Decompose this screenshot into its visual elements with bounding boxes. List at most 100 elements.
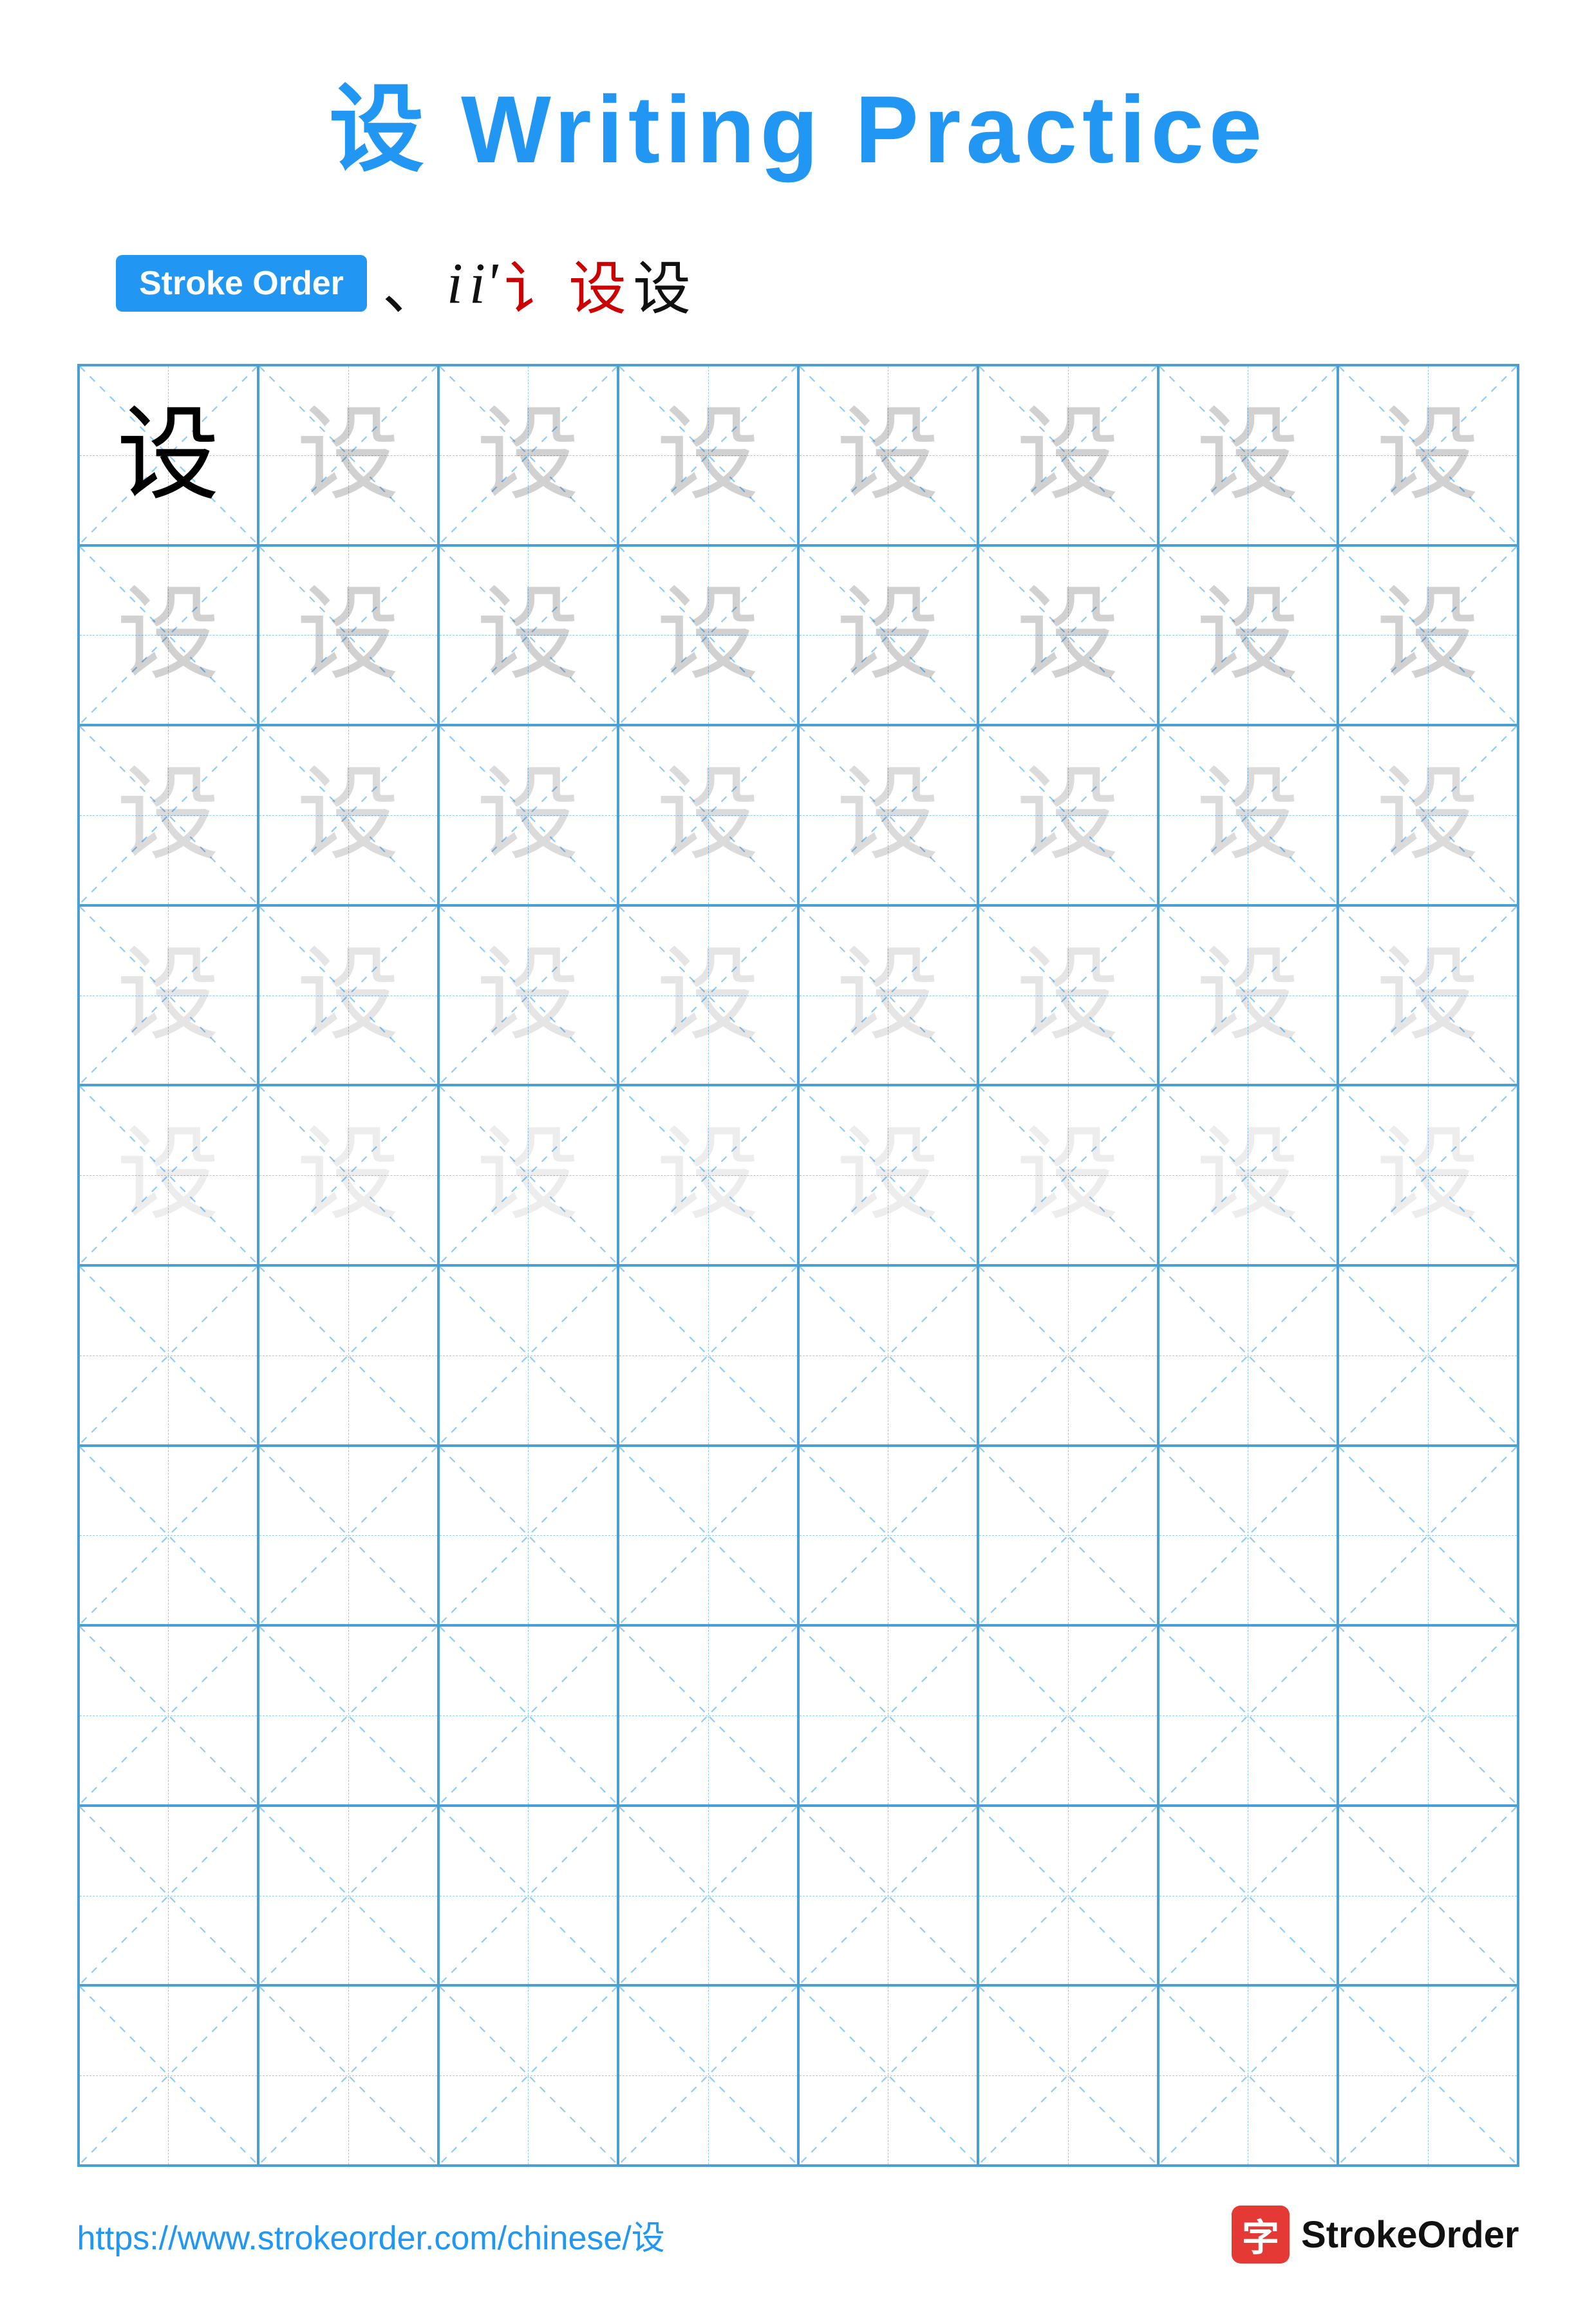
- grid-cell-7-4: [798, 1625, 979, 1806]
- grid-cell-5-1: [258, 1265, 438, 1446]
- grid-cell-2-4: 设: [798, 725, 979, 905]
- grid-cell-2-0: 设: [79, 725, 259, 905]
- grid-cell-7-7: [1338, 1625, 1518, 1806]
- practice-char: 设: [297, 764, 400, 867]
- stroke-seq-6: 设: [633, 241, 691, 325]
- grid-cell-5-0: [79, 1265, 259, 1446]
- grid-cell-7-3: [618, 1625, 798, 1806]
- grid-cell-3-5: 设: [978, 905, 1158, 1086]
- grid-cell-6-1: [258, 1446, 438, 1626]
- grid-cell-4-5: 设: [978, 1085, 1158, 1265]
- practice-char: 设: [836, 944, 939, 1047]
- footer-logo-icon: 字: [1232, 2206, 1290, 2263]
- practice-char: 设: [117, 583, 220, 686]
- practice-char: 设: [1376, 404, 1479, 507]
- practice-char: 设: [1376, 944, 1479, 1047]
- grid-cell-6-6: [1158, 1446, 1338, 1626]
- practice-char: 设: [1376, 764, 1479, 867]
- practice-char: 设: [476, 764, 579, 867]
- grid-cell-2-6: 设: [1158, 725, 1338, 905]
- grid-cell-4-1: 设: [258, 1085, 438, 1265]
- grid-cell-8-5: [978, 1806, 1158, 1986]
- grid-cell-7-0: [79, 1625, 259, 1806]
- grid-cell-1-3: 设: [618, 545, 798, 726]
- grid-cell-2-1: 设: [258, 725, 438, 905]
- practice-char: 设: [1196, 764, 1299, 867]
- practice-char: 设: [1196, 583, 1299, 686]
- grid-cell-7-6: [1158, 1625, 1338, 1806]
- practice-char: 设: [1376, 1124, 1479, 1227]
- practice-char: 设: [117, 944, 220, 1047]
- grid-cell-1-1: 设: [258, 545, 438, 726]
- grid-cell-8-0: [79, 1806, 259, 1986]
- footer-url: https://www.strokeorder.com/chinese/设: [77, 2211, 665, 2259]
- stroke-order-row: Stroke Order 、 i i' 讠 设 设: [116, 241, 691, 325]
- practice-char: 设: [657, 944, 760, 1047]
- grid-cell-9-4: [798, 1985, 979, 2166]
- grid-cell-9-1: [258, 1985, 438, 2166]
- grid-cell-0-4: 设: [798, 365, 979, 545]
- grid-cell-3-6: 设: [1158, 905, 1338, 1086]
- stroke-seq-1: 、: [382, 241, 440, 325]
- practice-char: 设: [1017, 764, 1120, 867]
- grid-cell-9-0: [79, 1985, 259, 2166]
- practice-char: 设: [297, 944, 400, 1047]
- practice-char: 设: [476, 944, 579, 1047]
- grid-cell-4-2: 设: [438, 1085, 619, 1265]
- grid-cell-0-7: 设: [1338, 365, 1518, 545]
- practice-char: 设: [836, 583, 939, 686]
- grid-cell-8-4: [798, 1806, 979, 1986]
- grid-cell-4-0: 设: [79, 1085, 259, 1265]
- footer-logo-text: StrokeOrder: [1301, 2213, 1519, 2256]
- practice-char: 设: [657, 583, 760, 686]
- practice-grid: 设 设 设 设 设 设 设 设 设 设: [77, 364, 1519, 2167]
- practice-char: 设: [836, 764, 939, 867]
- page: 设 Writing Practice Stroke Order 、 i i' 讠…: [0, 0, 1596, 2315]
- stroke-order-badge: Stroke Order: [116, 255, 367, 312]
- grid-cell-2-3: 设: [618, 725, 798, 905]
- grid-cell-2-5: 设: [978, 725, 1158, 905]
- grid-cell-0-5: 设: [978, 365, 1158, 545]
- grid-cell-8-1: [258, 1806, 438, 1986]
- practice-char: 设: [476, 404, 579, 507]
- grid-cell-9-7: [1338, 1985, 1518, 2166]
- stroke-sequence: 、 i i' 讠 设 设: [382, 241, 691, 325]
- grid-cell-3-3: 设: [618, 905, 798, 1086]
- stroke-seq-5: 设: [568, 241, 626, 325]
- grid-cell-9-3: [618, 1985, 798, 2166]
- grid-cell-5-2: [438, 1265, 619, 1446]
- grid-cell-3-4: 设: [798, 905, 979, 1086]
- practice-char: 设: [1017, 944, 1120, 1047]
- grid-cell-1-0: 设: [79, 545, 259, 726]
- practice-char: 设: [1017, 583, 1120, 686]
- practice-char: 设: [836, 404, 939, 507]
- grid-cell-2-7: 设: [1338, 725, 1518, 905]
- grid-cell-5-5: [978, 1265, 1158, 1446]
- stroke-seq-4: 讠: [504, 241, 562, 325]
- practice-char: 设: [657, 1124, 760, 1227]
- grid-cell-4-6: 设: [1158, 1085, 1338, 1265]
- grid-cell-3-1: 设: [258, 905, 438, 1086]
- grid-cell-5-3: [618, 1265, 798, 1446]
- grid-cell-4-3: 设: [618, 1085, 798, 1265]
- practice-char: 设: [1376, 583, 1479, 686]
- stroke-seq-3: i': [469, 250, 498, 317]
- grid-cell-8-3: [618, 1806, 798, 1986]
- grid-cell-5-4: [798, 1265, 979, 1446]
- grid-cell-6-2: [438, 1446, 619, 1626]
- practice-char: 设: [657, 404, 760, 507]
- grid-cell-0-0: 设: [79, 365, 259, 545]
- grid-cell-1-7: 设: [1338, 545, 1518, 726]
- grid-cell-9-6: [1158, 1985, 1338, 2166]
- grid-cell-1-2: 设: [438, 545, 619, 726]
- stroke-seq-2: i: [447, 250, 463, 317]
- grid-cell-5-6: [1158, 1265, 1338, 1446]
- practice-char: 设: [1196, 1124, 1299, 1227]
- grid-cell-6-5: [978, 1446, 1158, 1626]
- grid-cell-6-7: [1338, 1446, 1518, 1626]
- grid-cell-2-2: 设: [438, 725, 619, 905]
- practice-char: 设: [297, 583, 400, 686]
- grid-cell-0-3: 设: [618, 365, 798, 545]
- grid-cell-1-4: 设: [798, 545, 979, 726]
- grid-cell-8-7: [1338, 1806, 1518, 1986]
